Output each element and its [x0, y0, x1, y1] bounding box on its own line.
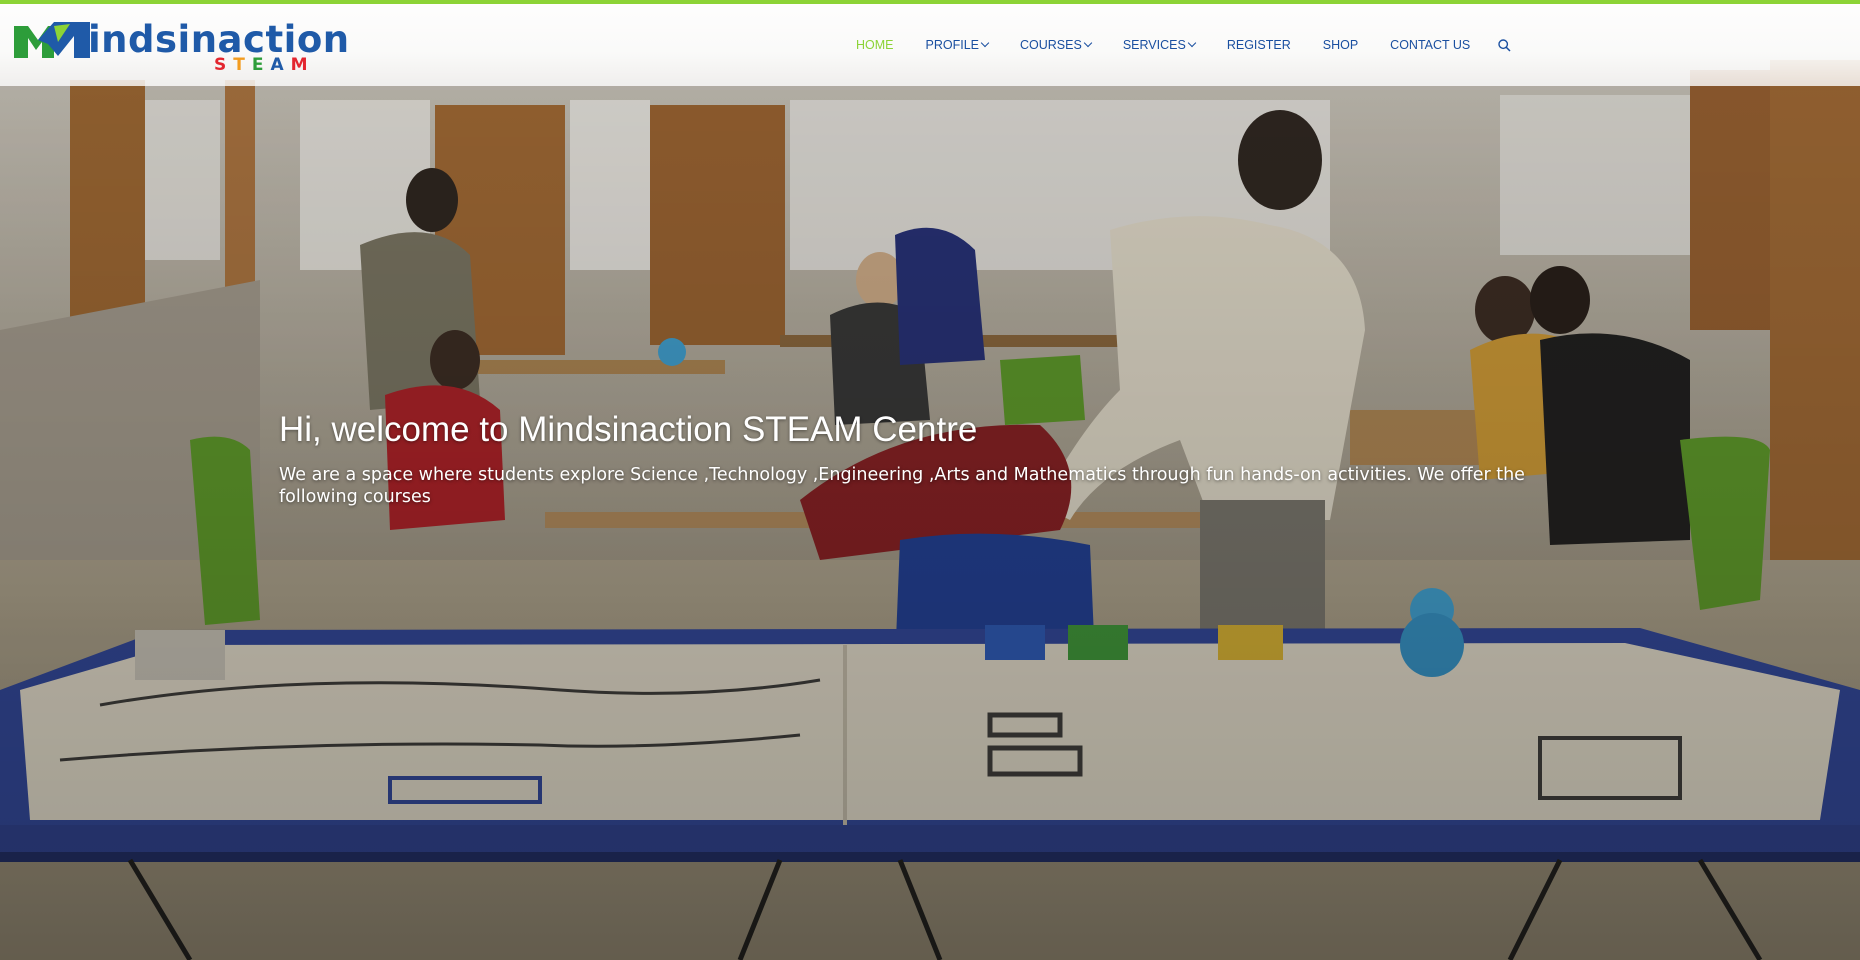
nav-item-courses[interactable]: COURSES	[1004, 38, 1107, 52]
main-nav: HOME PROFILE COURSES SERVICES REGISTER S…	[840, 4, 1523, 86]
logo-steam-letter-e: E	[251, 55, 271, 75]
nav-item-profile[interactable]: PROFILE	[910, 38, 1005, 52]
logo-steam-letter-t: T	[233, 55, 252, 75]
nav-item-label: PROFILE	[925, 38, 980, 52]
logo-steam-letter-a: A	[270, 55, 291, 75]
logo-steam-text: STEAM	[214, 55, 315, 75]
nav-item-contact-us[interactable]: CONTACT US	[1374, 38, 1486, 52]
page: indsinaction STEAM HOME PROFILE COURSES …	[0, 0, 1860, 960]
top-accent-bar	[0, 0, 1860, 4]
hero-title: Hi, welcome to Mindsinaction STEAM Centr…	[279, 410, 978, 449]
logo-steam-letter-s: S	[214, 55, 234, 75]
site-header: indsinaction STEAM HOME PROFILE COURSES …	[0, 4, 1860, 86]
nav-item-services[interactable]: SERVICES	[1107, 38, 1211, 52]
chevron-down-icon	[1187, 38, 1197, 47]
nav-item-label: CONTACT US	[1390, 38, 1471, 52]
logo-steam-letter-m: M	[290, 55, 315, 75]
nav-item-shop[interactable]: SHOP	[1307, 38, 1374, 52]
search-button[interactable]	[1486, 38, 1523, 52]
nav-item-label: HOME	[856, 38, 894, 52]
search-icon	[1498, 38, 1511, 52]
nav-item-register[interactable]: REGISTER	[1211, 38, 1307, 52]
nav-item-home[interactable]: HOME	[840, 38, 910, 52]
chevron-down-icon	[980, 38, 990, 47]
nav-item-label: SHOP	[1322, 38, 1359, 52]
chevron-down-icon	[1083, 38, 1093, 47]
logo-m-icon	[14, 22, 90, 58]
nav-item-label: COURSES	[1020, 38, 1082, 52]
nav-item-label: REGISTER	[1226, 38, 1291, 52]
nav-item-label: SERVICES	[1122, 38, 1186, 52]
site-logo[interactable]: indsinaction STEAM	[14, 18, 349, 75]
hero-subtitle: We are a space where students explore Sc…	[279, 465, 1525, 507]
